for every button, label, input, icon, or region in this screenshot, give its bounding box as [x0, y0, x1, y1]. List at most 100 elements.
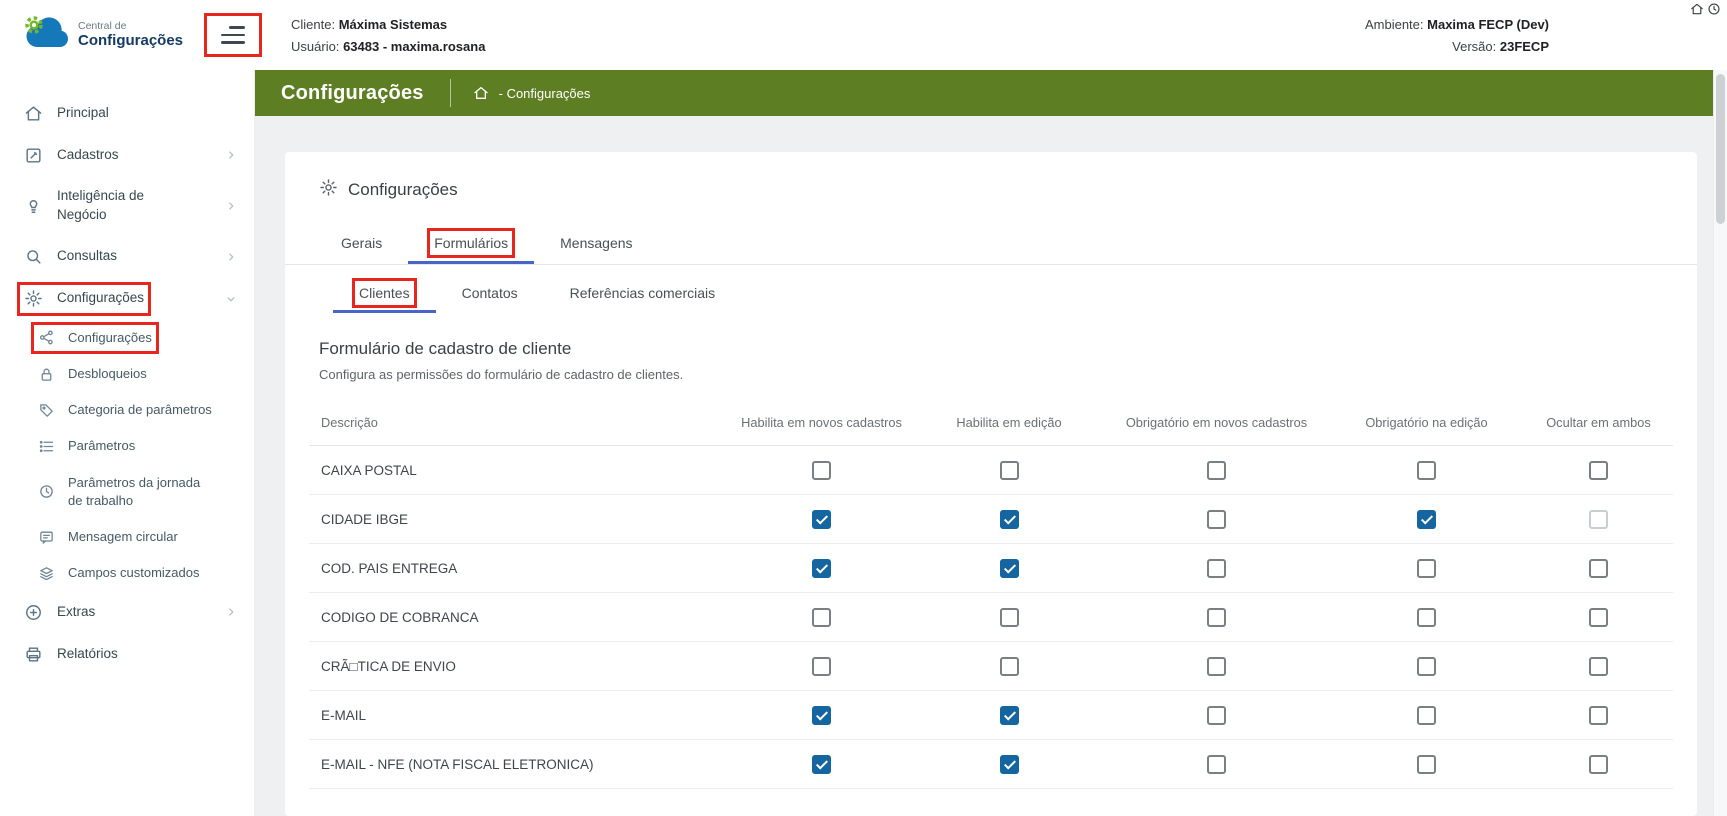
breadcrumb-divider	[450, 79, 451, 107]
home-icon[interactable]	[1690, 2, 1704, 21]
sidebar-item-cadastros[interactable]: Cadastros	[0, 134, 254, 176]
checkbox[interactable]	[1207, 755, 1226, 774]
checkbox[interactable]	[1589, 559, 1608, 578]
tab-gerais[interactable]: Gerais	[315, 222, 408, 264]
sidebar-item-consultas[interactable]: Consultas	[0, 236, 254, 278]
sidebar-item-extras[interactable]: Extras	[0, 591, 254, 633]
checkbox[interactable]	[1000, 657, 1019, 676]
scrollbar-thumb[interactable]	[1716, 74, 1725, 224]
checkbox[interactable]	[1207, 706, 1226, 725]
sidebar-item-inteligencia-de-negocio[interactable]: Inteligência de Negócio	[0, 176, 254, 236]
checkbox[interactable]	[812, 559, 831, 578]
sidebar-subitem-parametros-jornada[interactable]: Parâmetros da jornada de trabalho	[0, 465, 254, 519]
checkbox[interactable]	[1417, 657, 1436, 676]
tab-contatos[interactable]: Contatos	[436, 273, 544, 313]
tab-referencias-comerciais[interactable]: Referências comerciais	[544, 273, 742, 313]
message-icon	[38, 528, 56, 546]
card-title: Configurações	[285, 152, 1697, 222]
checkbox[interactable]	[812, 510, 831, 529]
checkbox[interactable]	[1000, 755, 1019, 774]
sidebar-item-label: Configurações	[68, 329, 152, 347]
sidebar-subitem-categoria-de-parametros[interactable]: Categoria de parâmetros	[0, 392, 254, 428]
chevron-right-icon	[224, 199, 238, 213]
search-icon	[24, 247, 44, 267]
clock-icon	[38, 483, 56, 501]
checkbox[interactable]	[1417, 608, 1436, 627]
checkbox[interactable]	[1589, 657, 1608, 676]
checkbox[interactable]	[1000, 608, 1019, 627]
checkbox[interactable]	[1417, 559, 1436, 578]
checkbox[interactable]	[1589, 608, 1608, 627]
tab-label: Mensagens	[560, 235, 632, 251]
checkbox[interactable]	[812, 657, 831, 676]
checkbox[interactable]	[1207, 657, 1226, 676]
sidebar: Principal Cadastros Inteligência de Negó…	[0, 70, 255, 816]
section-title: Formulário de cadastro de cliente	[319, 339, 1673, 359]
checkbox[interactable]	[1000, 510, 1019, 529]
checkbox[interactable]	[1417, 461, 1436, 480]
checkbox[interactable]	[812, 461, 831, 480]
checkbox[interactable]	[1207, 510, 1226, 529]
environment-label: Ambiente:	[1365, 17, 1424, 32]
checkbox[interactable]	[1589, 510, 1608, 529]
clock-icon[interactable]	[1707, 2, 1721, 21]
annotation-box-configuracoes: Configurações	[24, 289, 144, 309]
home-icon	[24, 103, 44, 123]
checkbox[interactable]	[1589, 706, 1608, 725]
sidebar-subitem-configuracoes[interactable]: Configurações	[0, 320, 254, 356]
plus-circle-icon	[24, 602, 44, 622]
checkbox[interactable]	[1000, 559, 1019, 578]
tab-mensagens[interactable]: Mensagens	[534, 222, 658, 264]
hamburger-icon	[221, 26, 245, 44]
tab-clientes[interactable]: Clientes	[333, 273, 436, 313]
layers-icon	[38, 564, 56, 582]
client-line: Cliente: Máxima Sistemas	[291, 17, 485, 32]
page-title: Configurações	[281, 82, 424, 105]
sidebar-item-principal[interactable]: Principal	[0, 92, 254, 134]
gear-icon	[24, 289, 44, 309]
checkbox[interactable]	[1417, 510, 1436, 529]
column-header-habilita-edicao: Habilita em edição	[914, 415, 1104, 432]
sidebar-item-relatorios[interactable]: Relatórios	[0, 633, 254, 675]
breadcrumb-path: - Configurações	[499, 86, 591, 101]
checkbox[interactable]	[1417, 706, 1436, 725]
checkbox[interactable]	[1207, 559, 1226, 578]
home-icon[interactable]	[473, 85, 489, 101]
checkbox[interactable]	[1000, 461, 1019, 480]
table-row: CIDADE IBGE	[309, 495, 1673, 544]
primary-tab-bar: Gerais Formulários Mensagens	[285, 222, 1697, 265]
row-description: CAIXA POSTAL	[309, 463, 729, 478]
permissions-table: Descrição Habilita em novos cadastros Ha…	[309, 402, 1673, 789]
checkbox[interactable]	[1207, 461, 1226, 480]
checkbox[interactable]	[1589, 755, 1608, 774]
table-row: COD. PAIS ENTREGA	[309, 544, 1673, 593]
sidebar-subitem-parametros[interactable]: Parâmetros	[0, 428, 254, 464]
checkbox[interactable]	[812, 608, 831, 627]
table-row: CRÃ□TICA DE ENVIO	[309, 642, 1673, 691]
nodes-icon	[38, 329, 56, 347]
session-env-info: Ambiente: Maxima FECP (Dev) Versão: 23FE…	[1365, 17, 1549, 54]
sidebar-subitem-mensagem-circular[interactable]: Mensagem circular	[0, 519, 254, 555]
sidebar-subitem-desbloqueios[interactable]: Desbloqueios	[0, 356, 254, 392]
sidebar-toggle-button[interactable]	[209, 18, 257, 52]
scrollbar	[1713, 70, 1727, 816]
tab-formularios[interactable]: Formulários	[408, 222, 534, 264]
tab-label: Gerais	[341, 235, 382, 251]
checkbox[interactable]	[1207, 608, 1226, 627]
sidebar-item-configuracoes[interactable]: Configurações	[0, 278, 254, 320]
tab-label: Contatos	[462, 285, 518, 301]
table-row: E-MAIL	[309, 691, 1673, 740]
checkbox[interactable]	[1417, 755, 1436, 774]
sidebar-item-label: Consultas	[57, 247, 117, 266]
checkbox[interactable]	[812, 755, 831, 774]
tab-label: Referências comerciais	[570, 285, 716, 301]
checkbox[interactable]	[812, 706, 831, 725]
chevron-right-icon	[224, 250, 238, 264]
top-header: Central de Configurações Cliente: Máxima…	[0, 0, 1727, 70]
checkbox[interactable]	[1000, 706, 1019, 725]
table-row: E-MAIL - NFE (NOTA FISCAL ELETRONICA)	[309, 740, 1673, 789]
checkbox[interactable]	[1589, 461, 1608, 480]
sidebar-item-label: Relatórios	[57, 645, 118, 664]
sidebar-subitem-campos-customizados[interactable]: Campos customizados	[0, 555, 254, 591]
sidebar-item-label: Cadastros	[57, 146, 119, 165]
